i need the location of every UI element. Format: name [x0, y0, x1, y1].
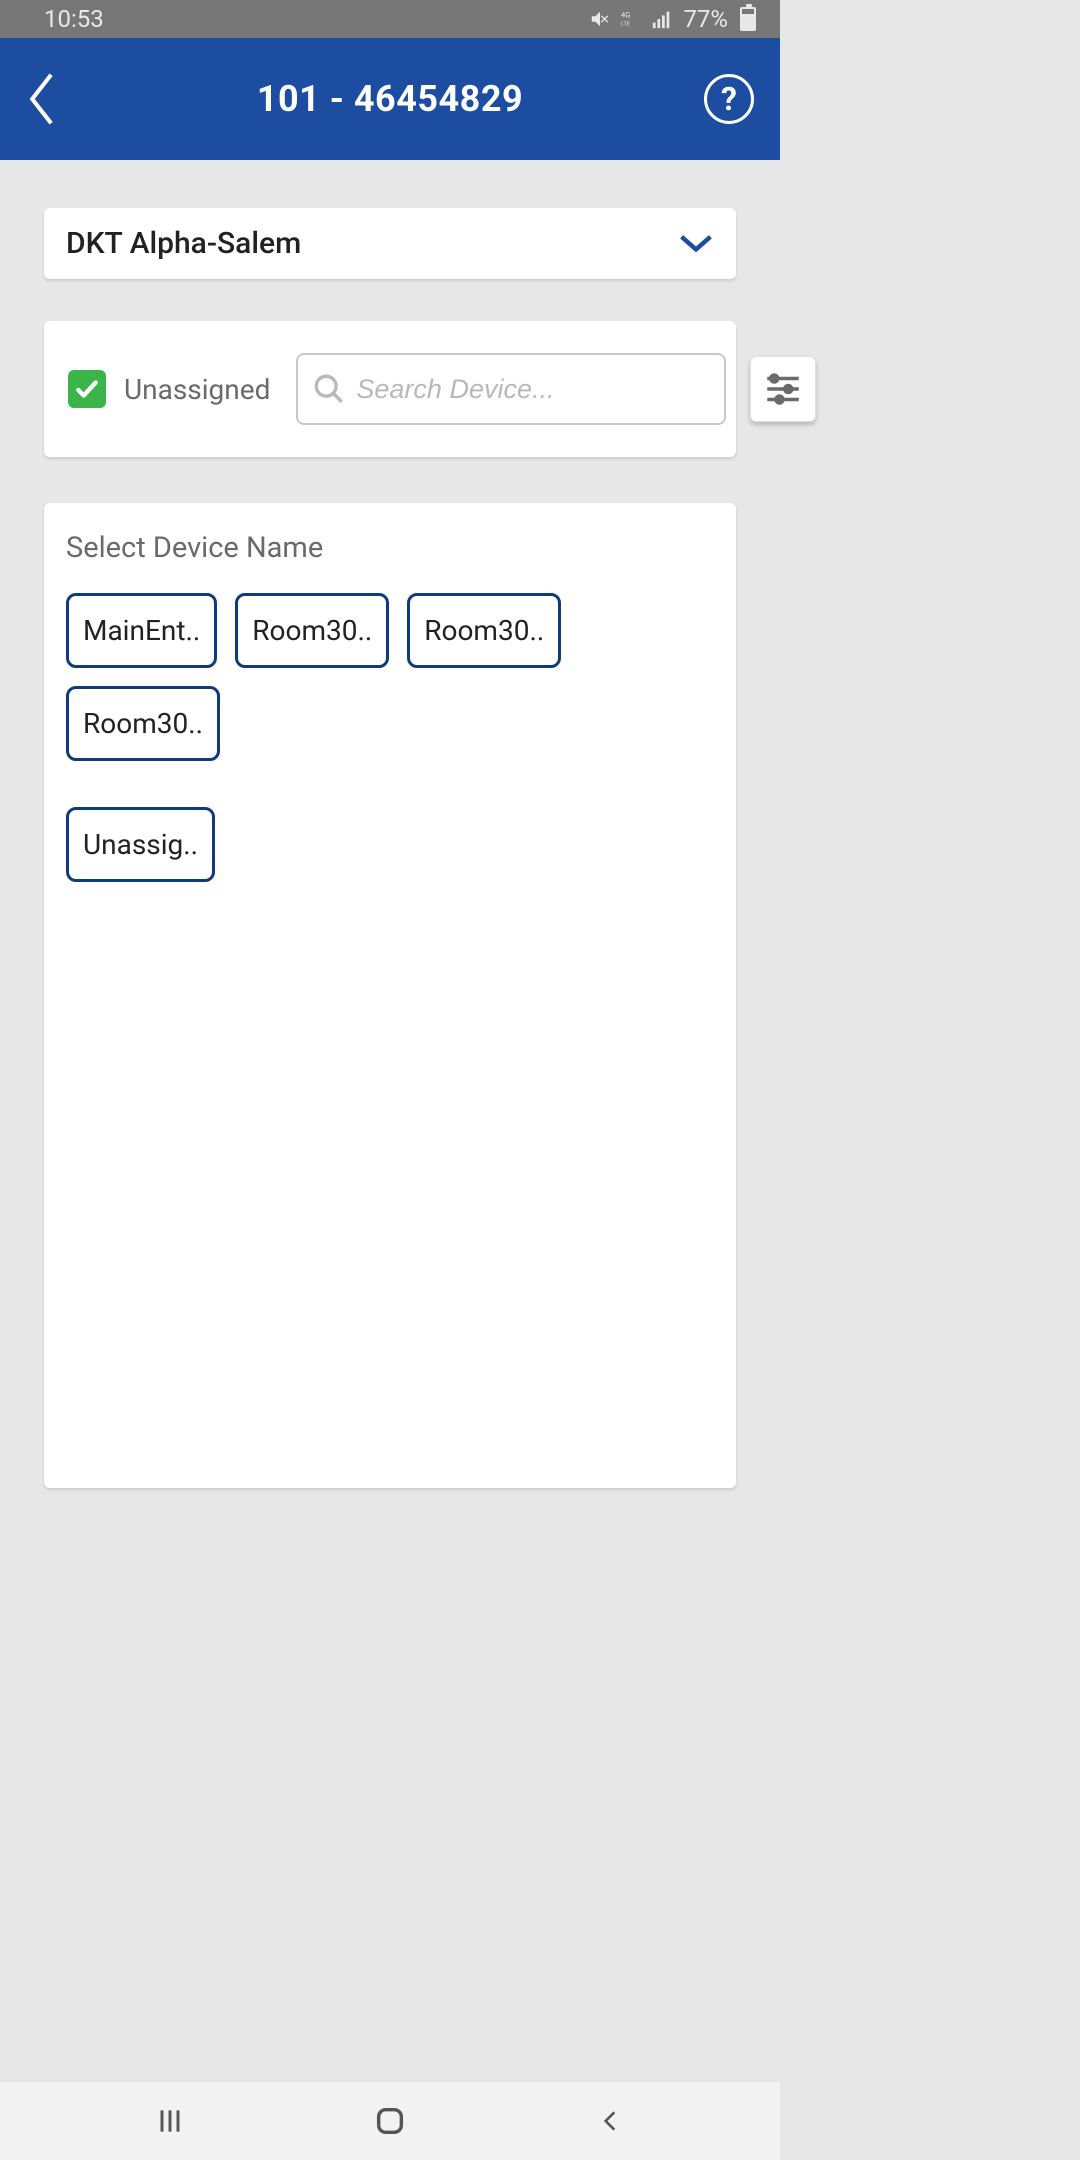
device-chip[interactable]: Room30.. [407, 593, 561, 668]
home-icon [373, 2104, 407, 2138]
device-chip-row: MainEnt.. Room30.. Room30.. Room30.. [66, 593, 714, 761]
chevron-left-icon [26, 72, 60, 126]
device-chip-row: Unassig.. [66, 807, 714, 882]
svg-text:4G: 4G [621, 10, 630, 19]
nav-back-button[interactable] [588, 2099, 632, 2143]
check-icon [74, 376, 100, 402]
recent-apps-button[interactable] [148, 2099, 192, 2143]
recent-icon [154, 2105, 186, 2137]
unassigned-label: Unassigned [124, 373, 270, 406]
status-icons: 4G LTE 77% [589, 5, 756, 33]
device-chip[interactable]: MainEnt.. [66, 593, 217, 668]
home-button[interactable] [368, 2099, 412, 2143]
android-nav-bar [0, 2082, 780, 2160]
battery-percent: 77% [683, 5, 728, 33]
location-dropdown[interactable]: DKT Alpha-Salem [44, 208, 736, 279]
page-title: 101 - 46454829 [257, 78, 523, 120]
help-button[interactable]: ? [704, 74, 754, 124]
unassigned-checkbox[interactable] [68, 370, 106, 408]
device-list-card: Select Device Name MainEnt.. Room30.. Ro… [44, 503, 736, 1488]
status-time: 10:53 [44, 5, 104, 33]
filter-settings-button[interactable] [750, 356, 816, 422]
app-header: 101 - 46454829 ? [0, 38, 780, 160]
signal-icon [651, 8, 673, 30]
search-field-wrap[interactable] [296, 353, 726, 425]
device-chip[interactable]: Unassig.. [66, 807, 215, 882]
mute-icon [589, 8, 611, 30]
svg-text:LTE: LTE [621, 22, 631, 28]
battery-icon [740, 7, 756, 31]
location-selected-label: DKT Alpha-Salem [66, 226, 301, 261]
back-button[interactable] [26, 69, 76, 129]
network-4g-icon: 4G LTE [621, 9, 641, 29]
sliders-icon [762, 368, 804, 410]
device-chip[interactable]: Room30.. [66, 686, 220, 761]
filter-panel: Unassigned [44, 321, 736, 457]
chevron-left-icon [597, 2105, 623, 2137]
search-icon [312, 372, 346, 406]
status-bar: 10:53 4G LTE 77% [0, 0, 780, 38]
device-heading: Select Device Name [66, 531, 714, 565]
chevron-down-icon [678, 233, 714, 255]
device-chip[interactable]: Room30.. [235, 593, 389, 668]
question-icon: ? [721, 80, 737, 118]
search-input[interactable] [356, 374, 710, 405]
